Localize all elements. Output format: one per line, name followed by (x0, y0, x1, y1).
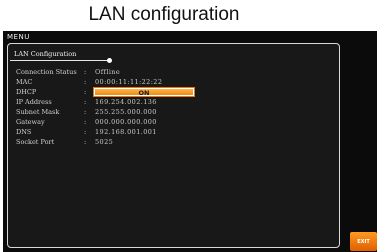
lan-config-panel: LAN Configuration Connection Status : Of… (7, 43, 340, 248)
tab-underline (10, 60, 110, 61)
page-caption: LAN configuration (88, 4, 240, 25)
row-label: IP Address (16, 98, 52, 106)
connection-status-value: Offline (95, 68, 121, 76)
dhcp-toggle-field[interactable]: ON (93, 87, 195, 97)
row-colon: : (84, 68, 87, 76)
tab-indicator-dot (107, 58, 112, 63)
row-label: DHCP (16, 88, 37, 96)
row-colon: : (84, 88, 87, 96)
row-colon: : (84, 98, 87, 106)
socket-port-field[interactable]: 5025 (95, 138, 113, 146)
dns-field[interactable]: 192.168.001.001 (95, 128, 157, 136)
ip-address-field[interactable]: 169.254.002.136 (95, 98, 157, 106)
row-colon: : (84, 128, 87, 136)
menu-label: MENU (7, 33, 30, 41)
row-label: Socket Port (16, 138, 55, 146)
row-label: Connection Status (16, 68, 77, 76)
row-colon: : (84, 108, 87, 116)
mac-value: 00:00:11:11:22:22 (95, 78, 163, 86)
gateway-field[interactable]: 000.000.000.000 (95, 118, 157, 126)
row-colon: : (84, 118, 87, 126)
tab-lan-configuration[interactable]: LAN Configuration (10, 47, 76, 60)
tab-title: LAN Configuration (14, 49, 77, 58)
row-label: DNS (16, 128, 32, 136)
row-label: MAC (16, 78, 33, 86)
row-label: Gateway (16, 118, 45, 126)
dhcp-value: ON (138, 89, 150, 97)
row-colon: : (84, 78, 87, 86)
exit-button[interactable]: EXIT (350, 232, 377, 251)
row-colon: : (84, 138, 87, 146)
subnet-mask-field[interactable]: 255.255.000.000 (95, 108, 157, 116)
instrument-screen: MENU LAN Configuration Connection Status… (3, 31, 377, 252)
row-label: Subnet Mask (16, 108, 60, 116)
